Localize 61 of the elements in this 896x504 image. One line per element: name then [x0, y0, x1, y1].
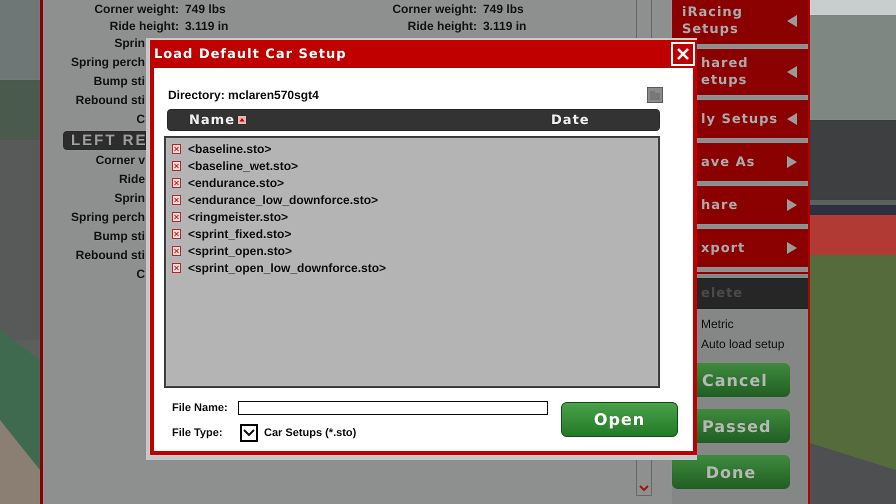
option-label: Metric	[701, 317, 735, 331]
file-item[interactable]: <sprint_fixed.sto>	[166, 225, 658, 242]
setting-value: 749 lbs	[483, 2, 525, 16]
field-label: File Name:	[172, 402, 229, 414]
setting-label: Corner v	[96, 153, 145, 167]
file-icon	[172, 262, 181, 272]
arrow-right-icon	[786, 155, 798, 169]
file-item[interactable]: <ringmeister.sto>	[166, 208, 658, 225]
file-type-value: Car Setups (*.sto)	[264, 426, 356, 438]
setting-value: 749 lbs	[185, 2, 227, 16]
arrow-left-icon	[786, 112, 798, 126]
file-icon	[172, 212, 181, 222]
setting-label: C	[136, 267, 145, 281]
close-icon	[676, 47, 690, 61]
menu-item[interactable]: hared etups	[672, 51, 808, 93]
setting-label: Bump sti	[94, 229, 145, 243]
menu-item[interactable]: ave As	[672, 145, 808, 179]
sort-up-icon	[238, 116, 246, 124]
column-header[interactable]: Name	[189, 112, 551, 128]
arrow-right-icon	[786, 241, 798, 255]
arrow-left-icon	[786, 14, 798, 28]
file-item[interactable]: <baseline.sto>	[166, 140, 658, 157]
arrow-right-icon	[786, 198, 798, 212]
setting-value: 3.119 in	[483, 18, 528, 32]
setting-label: Rebound sti	[76, 93, 145, 107]
directory-path: Directory: mclaren570sgt4	[167, 88, 319, 102]
field-label: File Type:	[172, 426, 224, 438]
file-icon	[172, 228, 181, 238]
action-button[interactable]: Done	[672, 455, 790, 489]
file-icon	[172, 246, 181, 256]
menu-item[interactable]: iRacing Setups	[672, 2, 808, 42]
file-icon	[172, 144, 181, 154]
setting-value: 3.119 in	[185, 18, 230, 32]
file-item[interactable]: <endurance.sto>	[166, 174, 658, 191]
setting-label: Sprin	[114, 191, 145, 205]
setting-label: Bump sti	[94, 74, 145, 88]
close-button[interactable]	[671, 42, 695, 66]
setting-label: Spring perch	[70, 210, 145, 224]
setting-label: Ride height:	[406, 18, 477, 32]
dialog-title: Load Default Car Setup	[154, 46, 347, 62]
option-label: Auto load setup	[701, 337, 784, 351]
setting-label: Corner weight:	[93, 2, 179, 16]
setting-label: Ride height:	[108, 18, 179, 32]
file-icon	[172, 160, 181, 170]
file-item[interactable]: <sprint_open.sto>	[166, 242, 658, 259]
menu-item[interactable]: ly Setups	[672, 102, 808, 136]
file-item[interactable]: <endurance_low_downforce.sto>	[166, 191, 658, 208]
setting-label: Spring perch	[70, 55, 145, 69]
file-item[interactable]: <sprint_open_low_downforce.sto>	[166, 259, 658, 276]
setting-label: Rebound sti	[76, 248, 145, 262]
arrow-left-icon	[786, 65, 798, 79]
file-icon	[172, 178, 181, 188]
column-header[interactable]: Date	[551, 112, 590, 128]
file-item[interactable]: <baseline_wet.sto>	[166, 157, 658, 174]
setting-label: C	[136, 112, 145, 126]
file-icon	[172, 194, 181, 204]
file-name-field[interactable]	[238, 400, 548, 414]
setting-label: Ride	[118, 172, 145, 186]
setting-label: Corner weight:	[391, 2, 477, 16]
open-button[interactable]: Open	[561, 402, 678, 437]
setting-label: Sprin	[114, 36, 145, 50]
